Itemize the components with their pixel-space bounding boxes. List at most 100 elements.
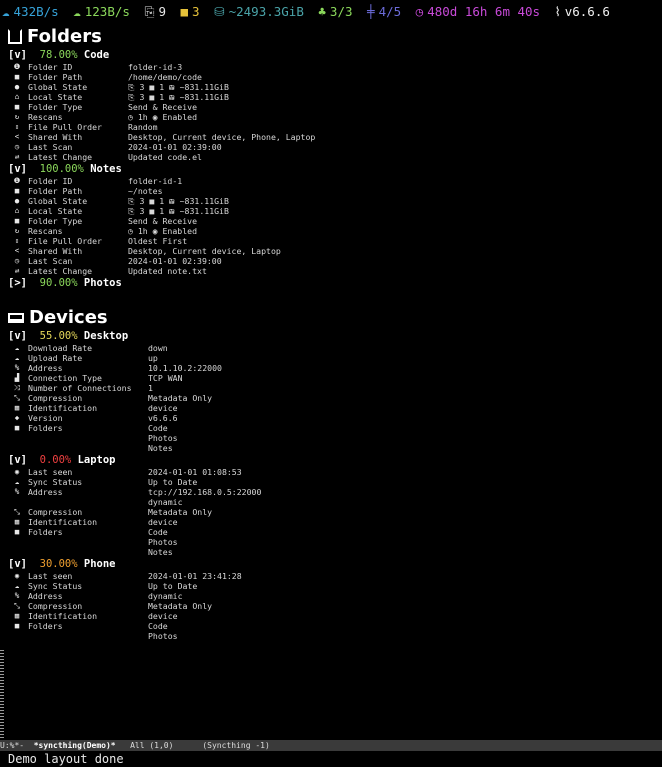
detail-value: 2024-01-01 02:39:00 (128, 256, 222, 266)
detail-label: Download Rate (28, 343, 93, 353)
detail-label: Folder Path (28, 72, 83, 82)
detail-row: < Shared With Desktop, Current device, Pho… (8, 132, 660, 142)
detail-label: Folder ID (28, 176, 73, 186)
detail-label: Shared With (28, 246, 83, 256)
device-desktop-header[interactable]: [v] 55.00% Desktop (8, 329, 660, 343)
detail-value: tcp://192.168.0.5:22000 (148, 487, 262, 497)
sync-percent: 78.00% (39, 49, 78, 61)
expand-toggle[interactable]: [v] (8, 49, 27, 61)
device-name: Laptop (77, 454, 116, 466)
detail-row: ⇄ Latest Change Updated note.txt (8, 266, 660, 276)
detail-label: Address (28, 591, 63, 601)
version: ⌇ v6.6.6 (555, 0, 610, 24)
compress-icon: ⤡ (14, 601, 20, 610)
header-bar: ☁ 432B/s ☁ 123B/s ⎘ 9 ■ 3 ⛁ ~2493.3GiB ♣ 3/3 ╪… (0, 0, 662, 24)
device-laptop-header[interactable]: [v] 0.00% Laptop (8, 453, 660, 467)
files-count: ⎘ 9 (144, 0, 166, 24)
refresh-icon: ↻ (14, 112, 20, 121)
detail-row: ◷ Last Scan 2024-01-01 02:39:00 (8, 142, 660, 152)
sync-percent: 0.00% (39, 454, 72, 466)
detail-label: Sync Status (28, 477, 83, 487)
detail-row: Photos (8, 433, 660, 443)
detail-value: Metadata Only (148, 507, 213, 517)
expand-toggle[interactable]: [v] (8, 454, 27, 466)
folder-icon: ■ (14, 102, 20, 111)
download-rate-value: 432B/s (13, 4, 59, 19)
detail-value: Photos (148, 537, 178, 547)
detail-row: ⤡ Compression Metadata Only (8, 393, 660, 403)
modeline-mode[interactable]: (Syncthing -1) (202, 741, 269, 750)
detail-label: Upload Rate (28, 353, 83, 363)
folders-count: ■ 3 (181, 0, 200, 24)
folder-photos-header[interactable]: [>] 90.00% Photos (8, 276, 660, 290)
refresh-icon: ↻ (14, 226, 20, 235)
folders-section-title: Folders (27, 26, 102, 47)
compress-icon: ⤡ (14, 393, 20, 402)
detail-value: ⎘ 3 ■ 1 ⛁ ~831.11GiB (128, 206, 229, 216)
detail-row: ⇄ Latest Change Updated code.el (8, 152, 660, 162)
detail-row: % Address dynamic (8, 591, 660, 601)
folder-icon: ■ (14, 216, 20, 225)
connected-devices-value: 3/3 (329, 4, 353, 19)
detail-label: Version (28, 413, 63, 423)
qrcode-icon: ▦ (14, 403, 20, 412)
qrcode-icon: ▦ (14, 611, 20, 620)
expand-toggle[interactable]: [v] (8, 330, 27, 342)
detail-label: Compression (28, 507, 83, 517)
detail-value: ⎘ 3 ■ 1 ⛁ ~831.11GiB (128, 92, 229, 102)
detail-row: ☁ Sync Status Up to Date (8, 581, 660, 591)
detail-label: Last Scan (28, 256, 73, 266)
expand-toggle[interactable]: [v] (8, 163, 27, 175)
total-size: ⛁ ~2493.3GiB (214, 0, 304, 24)
detail-value: ⎘ 3 ■ 1 ⛁ ~831.11GiB (128, 196, 229, 206)
detail-row: ☁ Upload Rate up (8, 353, 660, 363)
syncthing-buffer: Folders [v] 78.00% Code ❶ Folder ID folder-i… (8, 26, 660, 641)
folder-notes-header[interactable]: [v] 100.00% Notes (8, 162, 660, 176)
folder-icon: ■ (14, 621, 20, 630)
link-icon: % (14, 363, 20, 372)
clock-icon: ◷ (14, 142, 20, 151)
detail-value: Desktop, Current device, Phone, Laptop (128, 132, 316, 142)
detail-row: ◉ Last seen 2024-01-01 01:08:53 (8, 467, 660, 477)
qrcode-icon: ▦ (14, 517, 20, 526)
detail-value: Send & Receive (128, 216, 198, 226)
detail-row: ⇕ File Pull Order Oldest First (8, 236, 660, 246)
cloud-upload-icon: ☁ (73, 4, 81, 19)
detail-label: Folders (28, 527, 63, 537)
detail-value: down (148, 343, 168, 353)
folders-count-value: 3 (192, 4, 200, 19)
modeline-status: U:%*- (0, 741, 25, 750)
files-icon: ⎘ (144, 4, 155, 19)
detail-value: up (148, 353, 158, 363)
cloud-download-icon: ☁ (14, 343, 20, 352)
detail-label: Compression (28, 601, 83, 611)
detail-value: Up to Date (148, 581, 198, 591)
globe-icon: ● (14, 82, 20, 91)
version-value: v6.6.6 (564, 4, 610, 19)
uptime-value: 480d 16h 6m 40s (427, 4, 541, 19)
modeline-buffer-name[interactable]: *syncthing(Demo)* (34, 741, 116, 750)
expand-toggle[interactable]: [>] (8, 277, 27, 289)
detail-label: Shared With (28, 132, 83, 142)
detail-row: ■ Folders Code (8, 621, 660, 631)
devices-section-title: Devices (29, 307, 108, 328)
detail-value: device (148, 403, 178, 413)
detail-value: v6.6.6 (148, 413, 178, 423)
detail-value: folder-id-1 (128, 176, 183, 186)
folder-name: Notes (90, 163, 122, 175)
shared-folders-value: 4/5 (378, 4, 402, 19)
folder-icon: ■ (180, 4, 189, 19)
detail-row: ■ Folders Code (8, 527, 660, 537)
detail-value: Desktop, Current device, Laptop (128, 246, 281, 256)
detail-row: ⤨ Number of Connections 1 (8, 383, 660, 393)
cloud-download-icon: ☁ (2, 4, 10, 19)
folders-section-heading: Folders (8, 26, 660, 48)
expand-toggle[interactable]: [v] (8, 558, 27, 570)
detail-value: Code (148, 621, 168, 631)
folder-code-header[interactable]: [v] 78.00% Code (8, 48, 660, 62)
device-phone-header[interactable]: [v] 30.00% Phone (8, 557, 660, 571)
detail-row: ■ Folder Path ~/notes (8, 186, 660, 196)
detail-value: Code (148, 527, 168, 537)
detail-label: Compression (28, 393, 83, 403)
detail-row: Notes (8, 443, 660, 453)
